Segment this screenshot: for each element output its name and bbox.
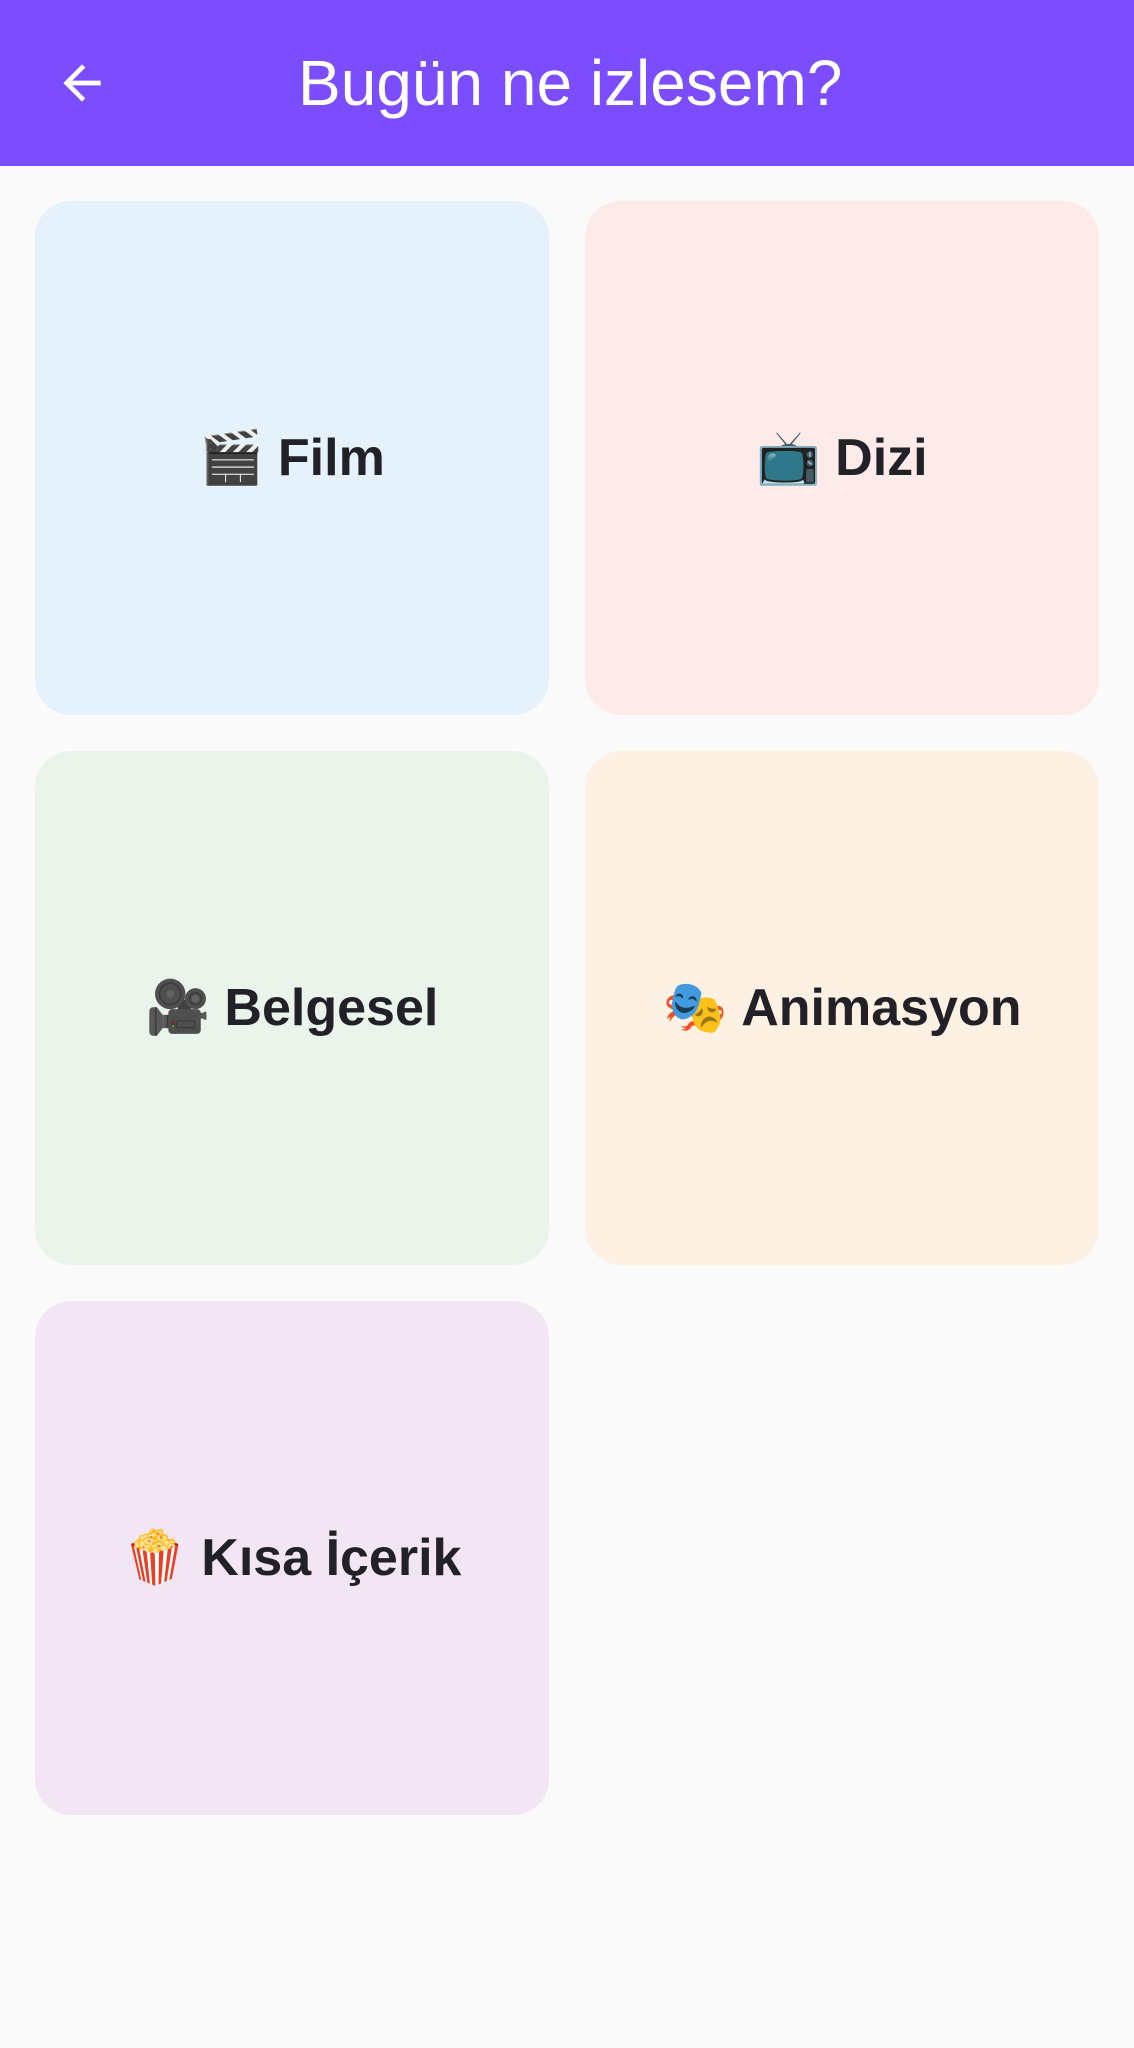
category-label: Kısa İçerik (201, 1529, 462, 1587)
category-card-belgesel[interactable]: 🎥 Belgesel (35, 751, 549, 1265)
category-label: Animasyon (741, 979, 1022, 1037)
arrow-back-icon (63, 64, 101, 102)
category-label: Film (277, 429, 385, 487)
page-title: Bugün ne izlesem? (298, 47, 843, 119)
category-label-group: 🎥 Belgesel (146, 978, 439, 1038)
clapper-board-icon: 🎬 (199, 429, 264, 487)
television-icon: 📺 (756, 429, 822, 487)
category-card-animasyon[interactable]: 🎭 Animasyon (585, 751, 1099, 1265)
back-button[interactable] (40, 43, 124, 123)
category-label-group: 📺 Dizi (756, 428, 927, 488)
category-label-group: 🎬 Film (199, 428, 385, 488)
theater-masks-icon: 🎭 (662, 979, 728, 1037)
category-card-dizi[interactable]: 📺 Dizi (585, 201, 1099, 715)
category-card-film[interactable]: 🎬 Film (35, 201, 549, 715)
category-grid: 🎬 Film 📺 Dizi 🎥 Belgesel 🎭 Animasyon 🍿 K… (35, 201, 1099, 1815)
category-label: Dizi (835, 429, 928, 487)
category-label-group: 🎭 Animasyon (662, 978, 1021, 1038)
popcorn-icon: 🍿 (122, 1529, 188, 1587)
category-label: Belgesel (224, 979, 439, 1037)
app-bar: Bugün ne izlesem? (0, 0, 1134, 166)
movie-camera-icon: 🎥 (145, 979, 211, 1037)
category-label-group: 🍿 Kısa İçerik (123, 1528, 462, 1588)
category-card-kisa-icerik[interactable]: 🍿 Kısa İçerik (35, 1301, 549, 1815)
